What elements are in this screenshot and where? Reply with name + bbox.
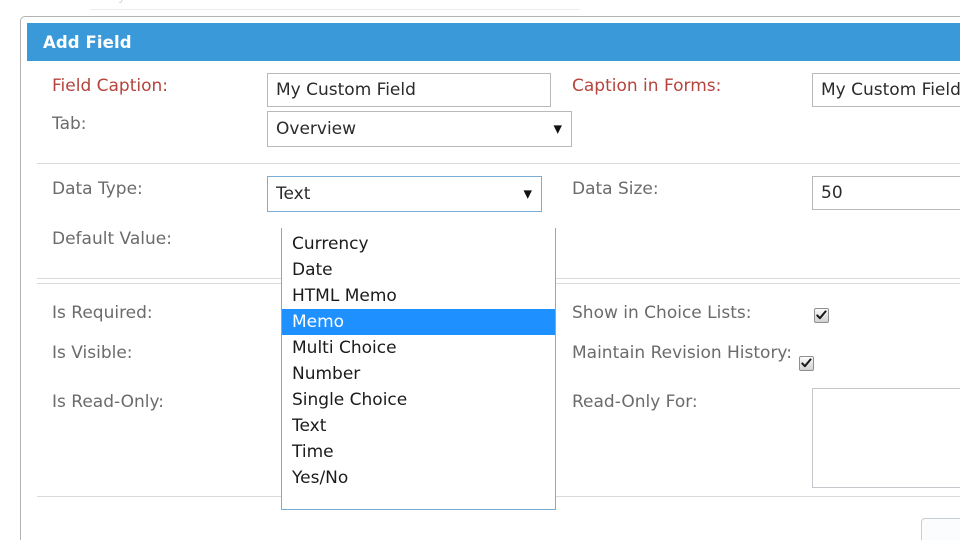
read-only-for-label: Read-Only For: <box>572 392 698 412</box>
is-read-only-label: Is Read-Only: <box>52 392 165 412</box>
row-tab: Tab: Overview ▼ <box>27 109 960 155</box>
dropdown-option[interactable]: Text <box>282 413 555 439</box>
show-in-choice-lists-cell <box>812 298 960 325</box>
dropdown-option[interactable]: Single Choice <box>282 387 555 413</box>
caption-in-forms-input[interactable] <box>812 73 960 107</box>
page-title: Add Field <box>43 32 132 52</box>
row-field-caption: Field Caption: Caption in Forms: <box>27 71 960 109</box>
tab-select-value: Overview <box>276 119 357 139</box>
dropdown-option-highlighted[interactable]: Memo <box>282 309 555 335</box>
caption-in-forms-cell <box>812 71 960 107</box>
is-visible-label: Is Visible: <box>52 343 133 363</box>
dropdown-option[interactable]: HTML Memo <box>282 283 555 309</box>
panel-header: Add Field <box>27 23 960 61</box>
dropdown-option[interactable]: Date <box>282 257 555 283</box>
default-value-spacer-field <box>812 224 960 226</box>
data-size-input[interactable] <box>812 176 960 210</box>
maintain-revision-history-checkbox[interactable] <box>799 356 814 371</box>
tab-cell: Overview ▼ <box>267 109 572 147</box>
field-caption-cell <box>267 71 572 107</box>
tab-select[interactable]: Overview ▼ <box>267 111 572 147</box>
bleed-glyph: y <box>118 0 126 4</box>
check-icon <box>816 310 827 320</box>
tab-spacer-label <box>572 109 812 114</box>
read-only-for-listbox[interactable] <box>812 388 960 488</box>
maintain-revision-history-cell <box>797 338 960 373</box>
page-bleed-above: y ✓ ✓ <box>0 0 960 14</box>
show-in-choice-lists-checkbox[interactable] <box>814 308 829 323</box>
default-value-label: Default Value: <box>52 229 172 249</box>
data-type-dropdown-list[interactable]: Currency Date HTML Memo Memo Multi Choic… <box>281 228 556 510</box>
maintain-revision-history-label: Maintain Revision History: <box>572 343 792 363</box>
section-caption: Field Caption: Caption in Forms: Tab: Ov… <box>27 61 960 163</box>
is-required-label: Is Required: <box>52 303 153 323</box>
bleed-divider <box>90 9 580 10</box>
dropdown-option[interactable]: Number <box>282 361 555 387</box>
dropdown-option[interactable]: Time <box>282 439 555 465</box>
screen-root: y ✓ ✓ Add Field Field Caption: Caption i… <box>0 0 960 540</box>
row-data-type: Data Type: Text ▼ Data Size: <box>27 174 960 224</box>
data-size-cell <box>812 174 960 210</box>
data-type-label: Data Type: <box>52 179 143 199</box>
data-type-cell: Text ▼ <box>267 174 572 212</box>
default-value-spacer-label <box>572 224 812 229</box>
dropdown-option[interactable]: Yes/No <box>282 465 555 491</box>
show-in-choice-lists-label: Show in Choice Lists: <box>572 303 752 323</box>
field-caption-label: Field Caption: <box>52 76 169 96</box>
dropdown-option[interactable]: Multi Choice <box>282 335 555 361</box>
check-icon <box>801 358 812 368</box>
caption-in-forms-label: Caption in Forms: <box>572 76 722 96</box>
data-type-select-value: Text <box>276 184 311 204</box>
bleed-glyph: ✓ <box>742 0 753 4</box>
default-value-cell <box>267 224 572 226</box>
chevron-down-icon: ▼ <box>553 122 562 136</box>
data-size-label: Data Size: <box>572 179 659 199</box>
dropdown-option[interactable]: Currency <box>282 231 555 257</box>
tab-spacer-field <box>812 109 960 111</box>
submit-button[interactable] <box>921 518 960 540</box>
data-type-select[interactable]: Text ▼ <box>267 176 542 212</box>
bleed-glyph: ✓ <box>892 0 903 4</box>
tab-label: Tab: <box>52 114 87 134</box>
field-caption-input[interactable] <box>267 73 551 107</box>
chevron-down-icon: ▼ <box>523 187 532 201</box>
read-only-for-cell <box>812 378 960 488</box>
